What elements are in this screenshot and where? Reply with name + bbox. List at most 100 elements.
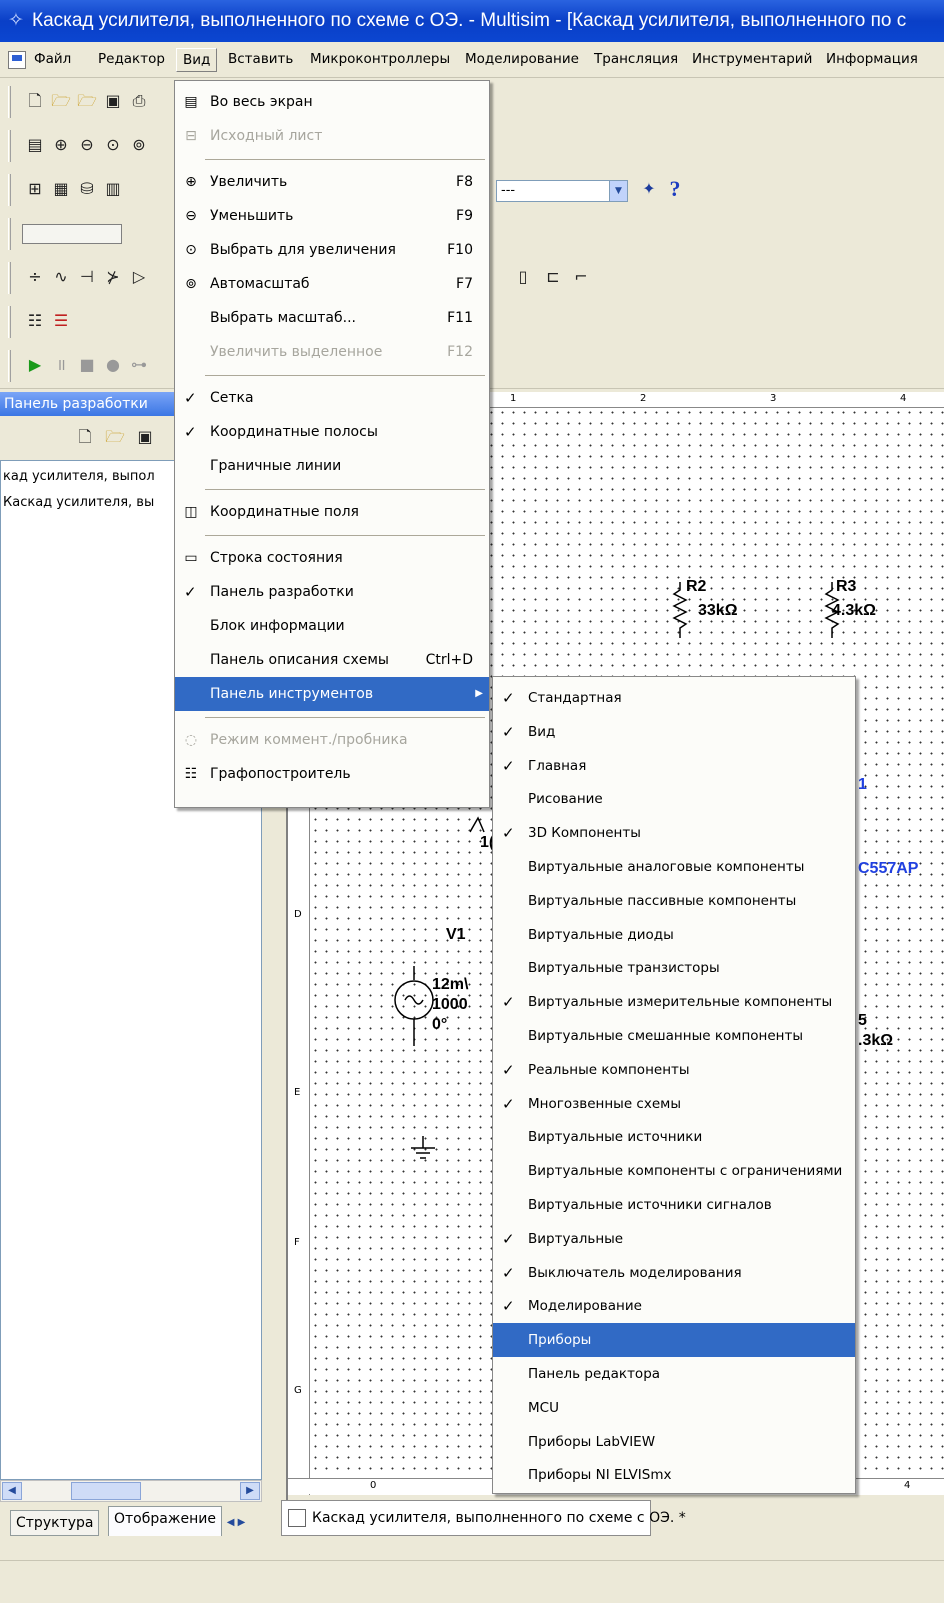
open-design-icon[interactable]: 🗁 [104, 426, 126, 448]
view-menu-item-5[interactable]: ⊙ Выбрать для увеличения F10 [175, 233, 489, 267]
database-icon[interactable]: ⛁ [76, 178, 98, 200]
view-menu-item-15[interactable]: Блок информации [175, 609, 489, 643]
print-icon[interactable]: ⎙ [128, 90, 150, 112]
wizard-icon[interactable]: ✦ [638, 178, 660, 200]
menu-edit[interactable]: Редактор [98, 51, 165, 67]
toolbar-grip[interactable] [8, 86, 11, 118]
toolbar-toggle-item-9[interactable]: Виртуальные транзисторы [493, 951, 855, 985]
view-menu-item-19[interactable]: ☷ Графопостроитель [175, 757, 489, 791]
simulation-switch-icon[interactable] [22, 224, 122, 244]
toolbar-toggle-item-20[interactable]: Приборы [493, 1323, 855, 1358]
toolbar-toggle-item-7[interactable]: Виртуальные пассивные компоненты [493, 884, 855, 918]
window-title-bar[interactable]: ✧ Каскад усилителя, выполненного по схеме… [0, 0, 944, 42]
view-menu-item-3[interactable]: ⊕ Увеличить F8 [175, 165, 489, 199]
scroll-thumb[interactable] [71, 1482, 141, 1500]
toolbar-toggle-item-16[interactable]: Виртуальные источники сигналов [493, 1188, 855, 1222]
view-menu-item-13[interactable]: ▭ Строка состояния [175, 541, 489, 575]
zoom-fit-icon[interactable]: ⊚ [128, 134, 150, 156]
toolbar-toggle-item-11[interactable]: Виртуальные смешанные компоненты [493, 1019, 855, 1053]
view-menu-item-4[interactable]: ⊖ Уменьшить F9 [175, 199, 489, 233]
toolbar-toggle-item-6[interactable]: Виртуальные аналоговые компоненты [493, 850, 855, 884]
toolbar-toggle-item-8[interactable]: Виртуальные диоды [493, 918, 855, 952]
toolbar-toggle-item-2[interactable]: ✓ Вид [493, 715, 855, 749]
record-icon[interactable]: ● [102, 354, 124, 376]
view-menu-item-18[interactable]: ◌ Режим коммент./пробника [175, 723, 489, 757]
tree-item-project[interactable]: кад усилителя, выпол [3, 469, 173, 484]
scroll-left-icon[interactable]: ◀ [2, 1482, 22, 1500]
toolbar-toggle-item-1[interactable]: ✓ Стандартная [493, 681, 855, 715]
zoom-in-icon[interactable]: ⊕ [50, 134, 72, 156]
spreadsheet-icon[interactable]: ▦ [50, 178, 72, 200]
view-menu-item-10[interactable]: ✓ Координатные полосы [175, 415, 489, 449]
save-icon[interactable]: ▣ [102, 90, 124, 112]
view-menu-item-17[interactable]: Панель инструментов ▶ [175, 677, 489, 711]
dropdown-arrow-icon[interactable]: ▼ [609, 181, 627, 201]
toolbar-toggle-item-22[interactable]: MCU [493, 1391, 855, 1425]
new-file-icon[interactable]: 🗋 [24, 90, 46, 112]
component-icon[interactable]: ▥ [102, 178, 124, 200]
toolbar-toggle-item-12[interactable]: ✓ Реальные компоненты [493, 1053, 855, 1087]
horizontal-scrollbar[interactable]: ◀ ▶ [0, 1480, 262, 1502]
menu-mcu[interactable]: Микроконтроллеры [310, 51, 450, 67]
view-menu-item-7[interactable]: Выбрать масштаб... F11 [175, 301, 489, 335]
toolbar-toggle-item-10[interactable]: ✓ Виртуальные измерительные компоненты [493, 985, 855, 1019]
basic-icon[interactable]: ∿ [50, 266, 72, 288]
postprocessor-icon[interactable]: ☰ [50, 310, 72, 332]
grapher-icon[interactable]: ☷ [24, 310, 46, 332]
menu-reports[interactable]: Информация [826, 51, 918, 67]
probe-icon[interactable]: ⊶ [128, 354, 150, 376]
run-icon[interactable]: ▶ [24, 354, 46, 376]
stop-icon[interactable]: ■ [76, 354, 98, 376]
ac-source-v1-symbol[interactable] [394, 966, 434, 1046]
ground-symbol[interactable] [408, 1136, 438, 1166]
toolbar-toggle-item-21[interactable]: Панель редактора [493, 1357, 855, 1391]
zoom-area-icon[interactable]: ⊙ [102, 134, 124, 156]
toolbar-toggle-item-18[interactable]: ✓ Выключатель моделирования [493, 1256, 855, 1290]
view-menu-item-8[interactable]: Увеличить выделенное F12 [175, 335, 489, 369]
menu-transfer[interactable]: Трансляция [594, 51, 678, 67]
ladder-icon[interactable]: ▯ [512, 266, 534, 288]
toolbar-toggle-item-23[interactable]: Приборы LabVIEW [493, 1425, 855, 1459]
view-menu-item-1[interactable]: ▤ Во весь экран [175, 85, 489, 119]
document-icon[interactable] [8, 51, 26, 69]
tree-item-schematic[interactable]: Каскад усилителя, вы [3, 495, 173, 510]
open-sample-icon[interactable]: 🗁 [76, 90, 98, 112]
toolbar-toggle-item-14[interactable]: Виртуальные источники [493, 1120, 855, 1154]
diode-icon[interactable]: ⊣ [76, 266, 98, 288]
in-use-list-combo[interactable]: --- ▼ [496, 180, 628, 202]
analog-icon[interactable]: ▷ [128, 266, 150, 288]
view-menu-item-12[interactable]: ◫ Координатные поля [175, 495, 489, 529]
view-menu-item-11[interactable]: Граничные линии [175, 449, 489, 483]
toolbar-toggle-item-5[interactable]: ✓ 3D Компоненты [493, 816, 855, 850]
toolbar-toggle-item-3[interactable]: ✓ Главная [493, 749, 855, 783]
hier-block-icon[interactable]: ⊏ [542, 266, 564, 288]
zoom-out-icon[interactable]: ⊖ [76, 134, 98, 156]
toolbar-toggle-item-17[interactable]: ✓ Виртуальные [493, 1222, 855, 1256]
bus-icon[interactable]: ⌐ [570, 266, 592, 288]
view-menu-item-16[interactable]: Панель описания схемы Ctrl+D [175, 643, 489, 677]
save-design-icon[interactable]: ▣ [134, 426, 156, 448]
transistor-icon[interactable]: ⊁ [102, 266, 124, 288]
view-menu-item-9[interactable]: ✓ Сетка [175, 381, 489, 415]
pause-icon[interactable]: ॥ [50, 354, 72, 376]
document-tab[interactable]: Каскад усилителя, выполненного по схеме … [281, 1500, 686, 1536]
view-menu-item-14[interactable]: ✓ Панель разработки [175, 575, 489, 609]
toolbar-toggle-item-15[interactable]: Виртуальные компоненты с ограничениями [493, 1154, 855, 1188]
view-menu-item-2[interactable]: ⊟ Исходный лист [175, 119, 489, 153]
tab-hierarchy[interactable]: Структура [10, 1510, 100, 1536]
view-menu-item-6[interactable]: ⊚ Автомасштаб F7 [175, 267, 489, 301]
menu-tools[interactable]: Инструментарий [692, 51, 812, 67]
toolbar-toggle-item-24[interactable]: Приборы NI ELVISmx [493, 1458, 855, 1492]
menu-file[interactable]: Файл [34, 51, 71, 67]
toolbar-toggle-item-4[interactable]: Рисование [493, 782, 855, 816]
menu-insert[interactable]: Вставить [228, 51, 293, 67]
tab-visibility[interactable]: Отображение [108, 1506, 222, 1536]
menu-view[interactable]: Вид [176, 48, 218, 72]
toolbar-toggle-item-19[interactable]: ✓ Моделирование [493, 1289, 855, 1323]
source-icon[interactable]: ÷ [24, 266, 46, 288]
scroll-right-icon[interactable]: ▶ [240, 1482, 260, 1500]
help-icon[interactable]: ? [664, 178, 686, 200]
menu-simulate[interactable]: Моделирование [465, 51, 579, 67]
new-design-icon[interactable]: 🗋 [74, 426, 96, 448]
fullscreen-icon[interactable]: ▤ [24, 134, 46, 156]
